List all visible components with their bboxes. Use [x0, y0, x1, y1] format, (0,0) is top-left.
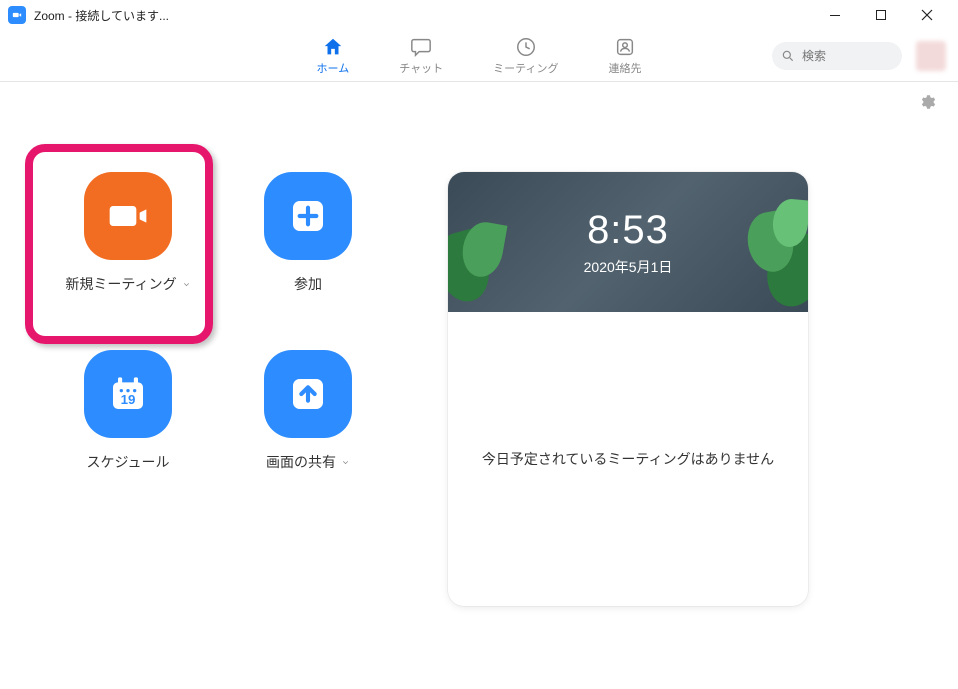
- settings-button[interactable]: [918, 93, 936, 111]
- nav-chat-label: チャット: [399, 60, 443, 76]
- join-label: 参加: [294, 274, 322, 294]
- plant-decoration-right: [738, 202, 808, 312]
- schedule-tile[interactable]: 19 スケジュール: [53, 350, 203, 510]
- search-wrap: [772, 42, 902, 70]
- nav-contacts-label: 連絡先: [608, 60, 641, 76]
- nav-meeting[interactable]: ミーティング: [487, 32, 564, 80]
- chat-icon: [410, 36, 432, 58]
- share-arrow-icon: [288, 374, 328, 414]
- chevron-down-icon[interactable]: [341, 458, 350, 467]
- action-tiles: 新規ミーティング 参加 19 スケジュール 画面の共有: [48, 122, 388, 606]
- svg-text:19: 19: [121, 392, 136, 407]
- schedule-label: スケジュール: [86, 452, 169, 472]
- card-hero: 8:53 2020年5月1日: [448, 172, 808, 312]
- share-tile[interactable]: 画面の共有: [233, 350, 383, 510]
- title-bar-left: Zoom - 接続しています...: [8, 6, 169, 24]
- schedule-button[interactable]: 19: [84, 350, 172, 438]
- join-button[interactable]: [264, 172, 352, 260]
- minimize-button[interactable]: [812, 0, 858, 30]
- nav-chat[interactable]: チャット: [393, 32, 449, 80]
- clock-icon: [515, 36, 537, 58]
- home-icon: [322, 36, 344, 58]
- new-meeting-tile[interactable]: 新規ミーティング: [53, 172, 203, 332]
- maximize-button[interactable]: [858, 0, 904, 30]
- zoom-logo-icon: [8, 6, 26, 24]
- today-card: 8:53 2020年5月1日 今日予定されているミーティングはありません: [448, 172, 808, 606]
- main-content: 新規ミーティング 参加 19 スケジュール 画面の共有: [0, 122, 958, 606]
- contacts-icon: [614, 36, 636, 58]
- share-label-row: 画面の共有: [266, 452, 350, 472]
- toolbar-row: [0, 82, 958, 122]
- new-meeting-button[interactable]: [84, 172, 172, 260]
- nav-contacts[interactable]: 連絡先: [602, 32, 647, 80]
- calendar-icon: 19: [108, 374, 148, 414]
- search-icon: [781, 49, 795, 63]
- nav-home[interactable]: ホーム: [311, 32, 356, 80]
- camera-icon: [108, 196, 148, 236]
- nav-meeting-label: ミーティング: [493, 60, 558, 76]
- right-panel: 8:53 2020年5月1日 今日予定されているミーティングはありません: [448, 172, 808, 606]
- new-meeting-label: 新規ミーティング: [65, 274, 176, 294]
- gear-icon: [918, 93, 936, 111]
- plus-icon: [288, 196, 328, 236]
- share-label: 画面の共有: [266, 452, 336, 472]
- new-meeting-label-row: 新規ミーティング: [65, 274, 190, 294]
- chevron-down-icon[interactable]: [182, 280, 191, 289]
- clock-time: 8:53: [587, 208, 669, 253]
- plant-decoration-left: [448, 202, 518, 312]
- join-tile[interactable]: 参加: [233, 172, 383, 332]
- top-navigation: ホーム チャット ミーティング 連絡先: [0, 30, 958, 82]
- nav-items: ホーム チャット ミーティング 連絡先: [311, 32, 648, 80]
- avatar[interactable]: [916, 41, 946, 71]
- title-bar: Zoom - 接続しています...: [0, 0, 958, 30]
- card-body: 今日予定されているミーティングはありません: [448, 312, 808, 606]
- nav-home-label: ホーム: [317, 60, 350, 76]
- no-meetings-message: 今日予定されているミーティングはありません: [482, 449, 774, 469]
- share-button[interactable]: [264, 350, 352, 438]
- window-controls: [812, 0, 950, 30]
- clock-date: 2020年5月1日: [584, 257, 673, 277]
- close-button[interactable]: [904, 0, 950, 30]
- window-title: Zoom - 接続しています...: [34, 7, 169, 24]
